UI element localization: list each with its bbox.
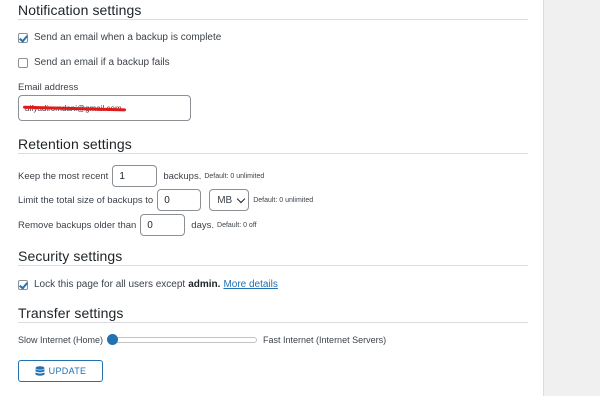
total-size-row: Limit the total size of backups to 0 MB … [18, 189, 313, 211]
transfer-speed-slider[interactable] [107, 334, 258, 345]
email-complete-checkbox[interactable] [18, 32, 28, 43]
total-size-hint: Default: 0 unlimited [253, 196, 314, 204]
size-unit-select[interactable]: MB [209, 189, 250, 211]
divider [18, 265, 528, 266]
total-size-input[interactable]: 0 [157, 189, 202, 211]
keep-recent-unit: backups. [163, 170, 202, 182]
keep-recent-row: Keep the most recent 1 backups. Default:… [18, 165, 264, 187]
notification-settings-title: Notification settings [18, 2, 142, 18]
divider [18, 19, 528, 20]
older-than-unit: days. [191, 219, 215, 231]
email-fail-label: Send an email if a backup fails [34, 57, 170, 68]
email-address-field[interactable]: alfyadiromdani@gmail.com [18, 95, 191, 121]
lock-page-option[interactable]: Lock this page for all users except admi… [18, 279, 278, 290]
transfer-settings-title: Transfer settings [18, 305, 124, 321]
fast-internet-label: Fast Internet (Internet Servers) [263, 335, 387, 345]
email-fail-option[interactable]: Send an email if a backup fails [18, 57, 170, 68]
email-address-label: Email address [18, 82, 79, 93]
size-unit-value: MB [217, 194, 233, 206]
older-than-hint: Default: 0 off [217, 221, 257, 229]
slider-thumb[interactable] [107, 334, 119, 345]
email-address-value: alfyadiromdani@gmail.com [25, 104, 122, 113]
older-than-label: Remove backups older than [18, 219, 137, 231]
database-icon [35, 365, 45, 376]
total-size-label: Limit the total size of backups to [18, 194, 154, 206]
settings-panel: Notification settings Send an email when… [0, 0, 544, 396]
keep-recent-input[interactable]: 1 [112, 165, 158, 187]
older-than-row: Remove backups older than 0 days. Defaul… [18, 214, 257, 236]
lock-page-user: admin. [188, 279, 221, 290]
retention-settings-title: Retention settings [18, 136, 132, 152]
email-fail-checkbox[interactable] [18, 57, 28, 68]
security-settings-title: Security settings [18, 248, 123, 264]
more-details-link[interactable]: More details [223, 279, 277, 290]
keep-recent-hint: Default: 0 unlimited [204, 172, 265, 180]
divider [18, 322, 528, 323]
slow-internet-label: Slow Internet (Home) [18, 335, 104, 345]
email-complete-label: Send an email when a backup is complete [34, 32, 222, 43]
lock-page-checkbox[interactable] [18, 279, 28, 290]
email-complete-option[interactable]: Send an email when a backup is complete [18, 32, 221, 43]
keep-recent-label: Keep the most recent [18, 170, 109, 182]
update-button-label: UPDATE [48, 366, 87, 376]
update-button[interactable]: UPDATE [18, 360, 103, 382]
divider [18, 153, 528, 154]
transfer-speed-row: Slow Internet (Home) Fast Internet (Inte… [18, 334, 387, 345]
lock-page-label: Lock this page for all users except [34, 279, 186, 290]
older-than-input[interactable]: 0 [140, 214, 186, 236]
chevron-down-icon [236, 194, 246, 203]
